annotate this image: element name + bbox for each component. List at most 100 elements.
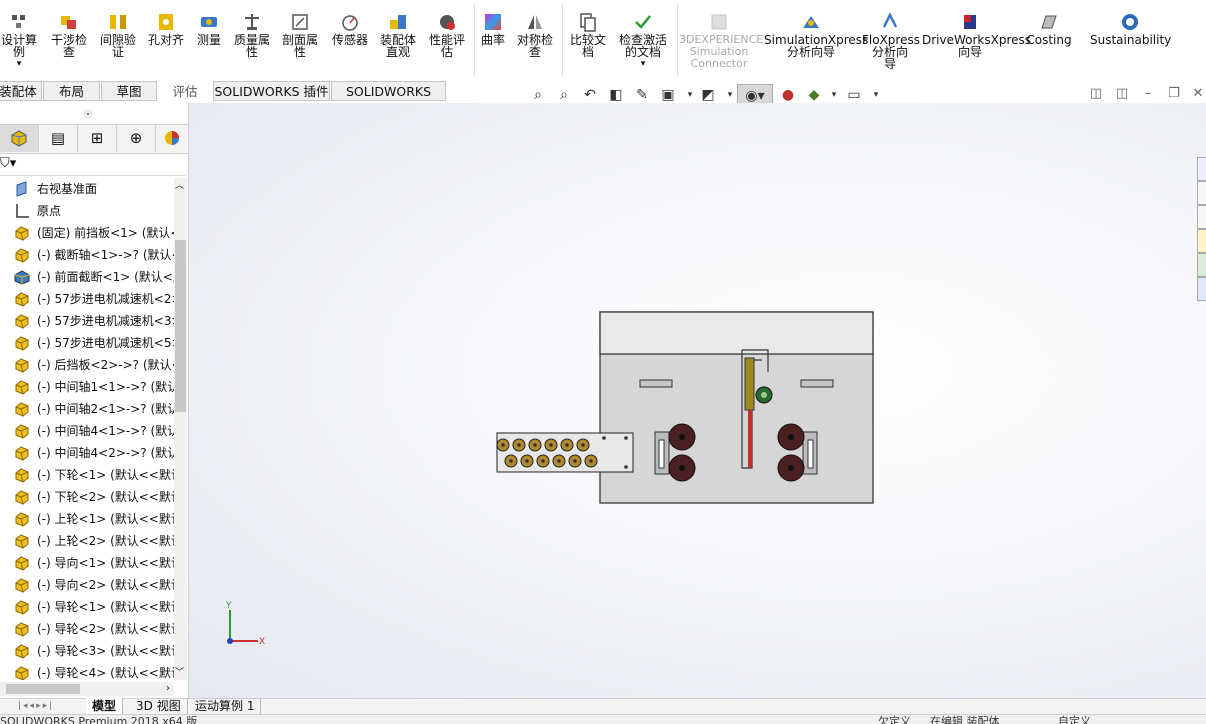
task-pane-explorer-icon[interactable] [1197, 229, 1206, 253]
driveworks-button[interactable]: DriveWorksXpress 向导 [922, 8, 1031, 76]
tab-scroll-arrows-icon[interactable]: |◂◂▸▸| [18, 701, 54, 711]
sustainability-icon [1122, 14, 1138, 30]
hole-alignment-icon [159, 14, 173, 30]
tab-sketch[interactable]: 草图 [101, 81, 157, 101]
chevron-down-icon[interactable]: ▾ [614, 58, 672, 70]
tree-hscroll-thumb[interactable] [6, 684, 80, 694]
performance-button[interactable]: 性能评 估 [424, 8, 470, 76]
tab-solidworks-mbd[interactable]: SOLIDWORKS MBD [331, 81, 446, 119]
tree-item[interactable]: (-) 下轮<1> (默认<<默认 [0, 464, 174, 486]
tile-left-icon[interactable]: ◫ [1088, 86, 1104, 102]
assembly-visualization-button[interactable]: 装配体 直观 [376, 8, 420, 76]
measure-icon [201, 17, 217, 27]
symmetry-button[interactable]: 对称检 查 [512, 8, 558, 76]
graphics-area[interactable]: Y X [189, 103, 1206, 698]
section-properties-icon [292, 14, 308, 30]
tree-item[interactable]: (-) 中间轴4<2>->? (默认 [0, 442, 174, 464]
part-icon [14, 599, 30, 615]
mass-properties-icon [245, 14, 259, 30]
tab-assembly[interactable]: 装配体 [0, 81, 42, 101]
curvature-button[interactable]: 曲率 [476, 8, 510, 76]
part-icon [14, 357, 30, 373]
compare-button[interactable]: 比较文 档 [564, 8, 612, 76]
triad-y-label: Y [225, 601, 232, 611]
tab-motion-study[interactable]: 运动算例 1 [189, 698, 262, 714]
tree-item[interactable]: (-) 57步进电机减速机<3> [0, 310, 174, 332]
3dexperience-button[interactable]: 3DEXPERIENCE Simulation Connector [679, 8, 763, 76]
tree-item[interactable]: (-) 下轮<2> (默认<<默认 [0, 486, 174, 508]
tree-item[interactable]: (-) 中间轴1<1>->? (默认 [0, 376, 174, 398]
3dexperience-icon [711, 14, 727, 30]
simulationxpress-button[interactable]: SimulationXpress 分析向导 [764, 8, 868, 76]
panel-grip-icon[interactable]: ⦿ [84, 109, 92, 120]
task-pane-home-icon[interactable] [1197, 157, 1206, 181]
part-icon [14, 533, 30, 549]
interference-button[interactable]: 干涉检 查 [44, 8, 94, 76]
section-properties-button[interactable]: 剖面属 性 [278, 8, 322, 76]
dimxpert-icon[interactable]: ⊕ [117, 125, 156, 152]
tab-model[interactable]: 模型 [86, 698, 124, 714]
tree-item-label: (-) 中间轴1<1>->? (默认 [37, 380, 174, 394]
tree-item[interactable]: (-) 后挡板<2>->? (默认< [0, 354, 174, 376]
part-icon [14, 401, 30, 417]
task-pane-library-icon[interactable] [1197, 205, 1206, 229]
tree-item[interactable]: 原点 [0, 200, 174, 222]
mass-properties-button[interactable]: 质量属 性 [230, 8, 274, 76]
tab-solidworks-addins[interactable]: SOLIDWORKS 插件 [213, 81, 330, 101]
scroll-right-icon[interactable]: › [166, 682, 170, 696]
task-pane-resources-icon[interactable] [1197, 181, 1206, 205]
scroll-down-icon[interactable]: ﹀ [175, 665, 184, 678]
tree-item-label: (-) 下轮<1> (默认<<默认 [37, 468, 174, 482]
floxpress-button[interactable]: FloXpress 分析向 导 [862, 8, 920, 76]
tree-item[interactable]: (-) 导向<2> (默认<<默认 [0, 574, 174, 596]
tree-item[interactable]: 右视基准面 [0, 178, 174, 200]
tree-item[interactable]: (-) 中间轴4<1>->? (默认 [0, 420, 174, 442]
costing-icon [1041, 15, 1057, 29]
tile-right-icon[interactable]: ◫ [1114, 86, 1130, 102]
design-study-button[interactable]: 设计算 例 ▾ [0, 8, 38, 76]
tree-item[interactable]: (-) 导轮<3> (默认<<默认 [0, 640, 174, 662]
tab-layout[interactable]: 布局 [43, 81, 100, 101]
tree-item[interactable]: (-) 上轮<1> (默认<<默认 [0, 508, 174, 530]
clearance-button[interactable]: 间隙验 证 [96, 8, 140, 76]
tab-3d-view[interactable]: 3D 视图 [130, 698, 188, 714]
task-pane-properties-icon[interactable] [1197, 277, 1206, 301]
tree-item[interactable]: (-) 导轮<4> (默认<<默认 [0, 662, 174, 680]
display-manager-icon[interactable] [156, 125, 188, 152]
tree-item[interactable]: (-) 前面截断<1> (默认<显 [0, 266, 174, 288]
plane-icon [14, 181, 30, 197]
task-pane-appearances-icon[interactable] [1197, 253, 1206, 277]
part-icon [14, 643, 30, 659]
tree-item[interactable]: (-) 上轮<2> (默认<<默认 [0, 530, 174, 552]
hole-alignment-button[interactable]: 孔对齐 [144, 8, 188, 76]
feature-manager-icon[interactable] [0, 125, 39, 152]
measure-button[interactable]: 测量 [192, 8, 226, 76]
costing-button[interactable]: Costing [1024, 8, 1074, 76]
tree-item[interactable]: (-) 导轮<2> (默认<<默认 [0, 618, 174, 640]
tree-item[interactable]: (-) 57步进电机减速机<5> [0, 332, 174, 354]
filter-icon[interactable]: ⛉▾ [0, 156, 16, 171]
tree-item[interactable]: (-) 导向<1> (默认<<默认 [0, 552, 174, 574]
scroll-up-icon[interactable]: ︿ [175, 178, 184, 191]
sensor-button[interactable]: 传感器 [328, 8, 372, 76]
close-icon[interactable]: ✕ [1190, 86, 1206, 102]
tree-item[interactable]: (-) 中间轴2<1>->? (默认 [0, 398, 174, 420]
tree-item[interactable]: (-) 截断轴<1>->? (默认< [0, 244, 174, 266]
tree-item[interactable]: (固定) 前挡板<1> (默认< [0, 222, 174, 244]
property-manager-icon[interactable]: ▤ [39, 125, 78, 152]
assembly-model[interactable]: Y X [189, 103, 1206, 698]
tree-filter-bar: ⛉▾ [0, 155, 186, 176]
tree-item[interactable]: (-) 导轮<1> (默认<<默认 [0, 596, 174, 618]
chevron-down-icon[interactable]: ▾ [0, 58, 38, 70]
minimize-icon[interactable]: – [1140, 86, 1156, 102]
tree-scroll-thumb[interactable] [175, 240, 186, 412]
assembly-visualization-icon [390, 15, 406, 29]
tree-item-label: (-) 导向<1> (默认<<默认 [37, 556, 174, 570]
tab-evaluate[interactable]: 评估 [158, 81, 212, 101]
sustainability-button[interactable]: Sustainability [1090, 8, 1171, 76]
check-document-button[interactable]: 检查激活 的文档 ▾ [614, 8, 672, 76]
tree-item[interactable]: (-) 57步进电机减速机<2> [0, 288, 174, 310]
restore-icon[interactable]: ❐ [1166, 86, 1182, 102]
separator [677, 4, 678, 76]
configuration-manager-icon[interactable]: ⊞ [78, 125, 117, 152]
